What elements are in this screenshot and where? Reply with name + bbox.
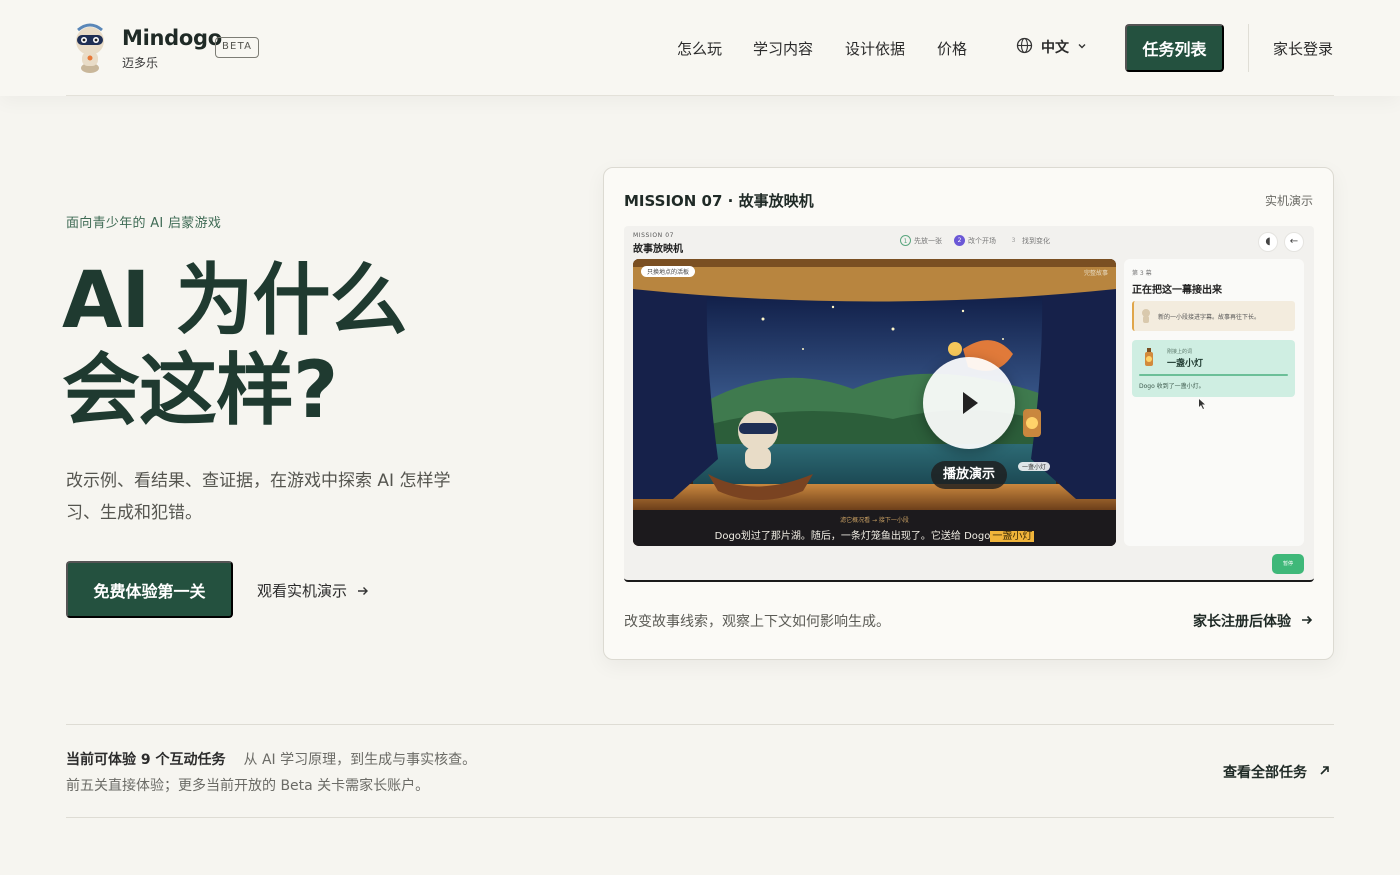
brand-subtitle: 迈多乐 (122, 56, 159, 70)
step-1: 1 先放一张 (900, 235, 942, 246)
stage-chip-right: 完整故事 (1083, 270, 1108, 277)
hero-title: AI 为什么 会这样? (62, 256, 542, 436)
pause-button[interactable]: 暂停 (1272, 554, 1304, 574)
access-note: 前五关直接体验；更多当前开放的 Beta 关卡需家长账户。 (66, 778, 430, 794)
story-side-panel: 第 3 幕 正在把这一幕接出来 新的一小段接进字幕。故事再往下长。 刚接上的词 … (1124, 259, 1304, 546)
hero-title-line1: AI 为什么 (62, 256, 408, 346)
step-3: 3 找到变化 (1011, 236, 1050, 245)
sound-icon: ◖ (1258, 232, 1278, 252)
back-arrow-icon: ← (1284, 232, 1304, 252)
lantern-icon (1145, 348, 1153, 366)
watch-demo-link[interactable]: 观看实机演示 (257, 580, 369, 601)
register-link-label: 家长注册后体验 (1193, 614, 1291, 630)
hero-title-line2: 会这样? (62, 346, 338, 436)
progress-note-card: 新的一小段接进字幕。故事再往下长。 (1132, 301, 1295, 331)
parent-login-link[interactable]: 家长登录 (1273, 38, 1333, 59)
task-scope: 从 AI 学习原理，到生成与事实核查。 (243, 752, 477, 768)
demo-card: MISSION 07 · 故事放映机 实机演示 MISSION 07 故事放映机… (603, 167, 1334, 660)
play-demo-label[interactable]: 播放演示 (931, 461, 1008, 489)
nav-how-to-play[interactable]: 怎么玩 (677, 38, 722, 59)
strip-top-rule (66, 724, 1334, 725)
view-all-tasks-label: 查看全部任务 (1223, 765, 1307, 781)
task-list-button[interactable]: 任务列表 (1125, 24, 1224, 72)
arrow-up-right-icon (1319, 764, 1330, 780)
cursor-icon (1199, 399, 1205, 409)
hero-eyebrow: 面向青少年的 AI 启蒙游戏 (66, 216, 222, 231)
beta-badge: BETA (215, 37, 260, 58)
register-to-try-link[interactable]: 家长注册后体验 (1193, 611, 1313, 631)
screen-header: MISSION 07 故事放映机 (633, 232, 683, 255)
demo-card-title: MISSION 07 · 故事放映机 (624, 192, 814, 210)
step-2: 2 改个开场 (954, 235, 996, 246)
play-icon (963, 392, 978, 414)
site-header: Mindogo 迈多乐 BETA 怎么玩 学习内容 设计依据 价格 中文 任务列… (0, 0, 1400, 96)
arrow-right-icon (1301, 613, 1313, 629)
play-button[interactable] (923, 357, 1015, 449)
task-count-line: 当前可体验 9 个互动任务 从 AI 学习原理，到生成与事实核查。 (66, 749, 476, 769)
lamp-chip: 一盏小灯 (1018, 462, 1051, 471)
new-word-card: 刚接上的词 一盏小灯 Dogo 收到了一盏小灯。 (1132, 340, 1295, 397)
nav-design-basis[interactable]: 设计依据 (845, 38, 905, 59)
header-divider (1248, 24, 1249, 72)
view-all-tasks-link[interactable]: 查看全部任务 (1223, 762, 1330, 782)
screen-title: 故事放映机 (633, 244, 683, 255)
caption-bar: 滤它概况看 → 接下一小段 Dogo划过了那片湖。随后，一条灯笼鱼出现了。它送给… (633, 510, 1116, 546)
caption-highlight: 一盏小灯 (990, 531, 1035, 542)
hero-description: 改示例、看结果、查证据，在游戏中探索 AI 怎样学习、生成和犯错。 (66, 471, 451, 523)
language-label: 中文 (1041, 40, 1069, 56)
watch-demo-label: 观看实机演示 (257, 582, 348, 600)
nav-pricing[interactable]: 价格 (937, 38, 967, 59)
act-label: 第 3 幕 (1132, 270, 1152, 277)
demo-card-caption: 改变故事线索，观察上下文如何影响生成。 (624, 614, 890, 630)
side-panel-title: 正在把这一幕接出来 (1132, 285, 1222, 296)
globe-icon (1016, 37, 1033, 58)
screen-mission-label: MISSION 07 (633, 232, 675, 239)
arrow-right-icon (357, 582, 369, 600)
caption-subtitle: 滤它概况看 → 接下一小段 (840, 517, 909, 524)
task-count: 当前可体验 9 个互动任务 (66, 752, 226, 768)
mindogo-logo[interactable] (68, 22, 112, 74)
language-selector[interactable]: 中文 (1016, 36, 1087, 58)
caption-text: Dogo划过了那片湖。随后，一条灯笼鱼出现了。它送给 Dogo 一盏小灯 (714, 531, 1035, 542)
step-indicator: 1 先放一张 2 改个开场 3 找到变化 (900, 235, 1050, 246)
free-trial-button[interactable]: 免费体验第一关 (66, 561, 233, 618)
strip-bottom-rule (66, 817, 1334, 818)
chevron-down-icon (1077, 39, 1087, 55)
story-stage-illustration: 只换地点的活板 完整故事 播放演示 一盏小灯 滤它概况看 → 接下一小段 Dog… (633, 259, 1116, 546)
stage-chip: 只换地点的活板 (641, 266, 696, 277)
demo-card-tag: 实机演示 (1264, 194, 1313, 208)
nav-learning-content[interactable]: 学习内容 (753, 38, 813, 59)
header-rule (66, 95, 1334, 96)
brand-name[interactable]: Mindogo (122, 26, 222, 50)
mascot-icon (1142, 309, 1150, 323)
demo-screenshot[interactable]: MISSION 07 故事放映机 1 先放一张 2 改个开场 3 找到变化 ◖ ← (624, 226, 1314, 582)
